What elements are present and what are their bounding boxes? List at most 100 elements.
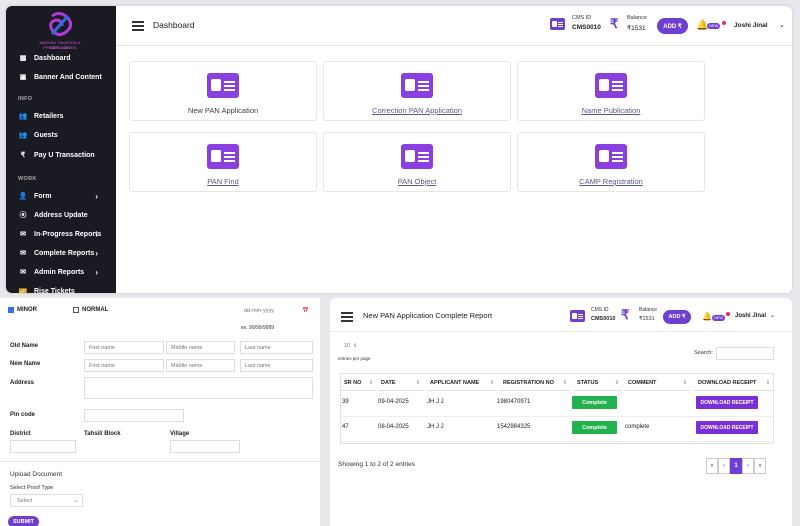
- sidebar-item-label: In-Progress Reports: [34, 230, 102, 238]
- new-badge: NEW: [712, 315, 726, 321]
- column-header[interactable]: APPLICANT NAME ⇕: [427, 375, 497, 391]
- normal-checkbox[interactable]: [73, 307, 79, 313]
- cell-sr: 39: [342, 399, 349, 405]
- sidebar-item-label: Retailers: [34, 112, 64, 120]
- pincode-input[interactable]: [84, 409, 184, 422]
- date-placeholder: dd-mm-yyyy: [244, 308, 274, 314]
- submit-button[interactable]: SUBMIT: [8, 516, 39, 526]
- location-icon: ⦿: [19, 212, 27, 219]
- service-card-pan-find[interactable]: PAN Find: [129, 132, 317, 192]
- user-name[interactable]: Joshi Jinal: [734, 22, 768, 29]
- id-card-icon: [595, 144, 627, 169]
- old-first-name[interactable]: First name: [84, 341, 164, 354]
- page-button[interactable]: 1: [730, 458, 742, 474]
- page-button[interactable]: »: [754, 458, 766, 474]
- cell-date: 09-04-2025: [378, 399, 409, 405]
- page-button[interactable]: «: [706, 458, 718, 474]
- sidebar-item-label: Address Update: [34, 211, 88, 219]
- sidebar-item-guests[interactable]: 👥 Guests: [6, 126, 116, 144]
- minor-checkbox[interactable]: [8, 307, 14, 313]
- download-receipt-button[interactable]: DOWNLOAD RECEIPT: [696, 396, 758, 409]
- section-info: INFO: [18, 96, 33, 102]
- proof-type-select[interactable]: Select ⌄: [10, 494, 83, 507]
- sidebar-item-label: Form: [34, 192, 52, 200]
- id-card-icon: [550, 18, 565, 30]
- address-textarea[interactable]: [84, 377, 313, 399]
- status-dot: [722, 21, 726, 25]
- sidebar-item-pay-u-transaction[interactable]: ₹ Pay U Transaction: [6, 146, 116, 164]
- service-card-name-publication[interactable]: Name Publication: [517, 61, 705, 121]
- district-input[interactable]: [10, 440, 76, 453]
- add-balance-button[interactable]: ADD ₹: [657, 18, 688, 34]
- cell-date: 08-04-2025: [378, 424, 409, 430]
- search-input[interactable]: [716, 347, 774, 360]
- column-header[interactable]: DOWNLOAD RECEIPT ⇕: [695, 375, 773, 391]
- column-header[interactable]: STATUS ⇕: [574, 375, 622, 391]
- column-header[interactable]: DATE ⇕: [378, 375, 423, 391]
- sidebar-item-label: Guests: [34, 131, 58, 139]
- ticket-icon: 🎫: [18, 288, 28, 293]
- new-first-name[interactable]: First name: [84, 359, 164, 372]
- card-label: PAN Find: [207, 177, 239, 186]
- service-card-pan-object[interactable]: PAN Object: [323, 132, 511, 192]
- rupee-icon: ₹: [20, 152, 26, 159]
- column-header[interactable]: COMMENT ⇕: [625, 375, 690, 391]
- old-last-name[interactable]: Last name: [240, 341, 313, 354]
- sidebar-item-admin-reports[interactable]: ✉ Admin Reports ›: [6, 263, 116, 281]
- download-receipt-button[interactable]: DOWNLOAD RECEIPT: [696, 421, 758, 434]
- sort-icon: ⇕: [489, 379, 494, 386]
- service-card-new-pan-application[interactable]: New PAN Application: [129, 61, 317, 121]
- cms-label: CMS ID: [591, 307, 609, 313]
- bell-icon[interactable]: 🔔: [702, 312, 712, 321]
- image-icon: ▣: [19, 74, 27, 81]
- cell-name: JH J J: [427, 424, 444, 430]
- status-badge: Complete: [572, 396, 617, 409]
- users-icon: 👥: [18, 132, 28, 139]
- chevron-down-icon[interactable]: ⌄: [779, 21, 785, 29]
- rupee-icon: ₹: [610, 16, 619, 31]
- chevron-right-icon: ›: [95, 191, 98, 201]
- column-header[interactable]: REGISTRATION NO ⇕: [500, 375, 570, 391]
- sidebar: MADHAV TAXATION & SERVICES PRIVATE LIMIT…: [6, 6, 116, 293]
- sort-icon: ⇕: [614, 379, 619, 386]
- chevron-right-icon: ›: [95, 229, 98, 239]
- dob-input[interactable]: dd-mm-yyyy 📅: [240, 303, 313, 319]
- add-balance-button[interactable]: ADD ₹: [663, 310, 691, 324]
- column-header[interactable]: SR NO ⇕: [341, 375, 376, 391]
- calendar-icon[interactable]: 📅: [302, 308, 309, 314]
- page-button[interactable]: ›: [742, 458, 754, 474]
- column-header-label: APPLICANT NAME: [430, 379, 480, 386]
- sidebar-item-banner-and-content[interactable]: ▣ Banner And Content: [6, 68, 116, 86]
- card-label: Correction PAN Application: [372, 106, 462, 115]
- village-input[interactable]: [170, 440, 240, 453]
- search-label: Search:: [694, 350, 713, 356]
- sidebar-item-complete-reports[interactable]: ✉ Complete Reports ›: [6, 244, 116, 262]
- address-label: Address: [10, 380, 35, 386]
- service-card-correction-pan-application[interactable]: Correction PAN Application: [323, 61, 511, 121]
- old-middle-name[interactable]: Middle name: [166, 341, 235, 354]
- menu-icon[interactable]: [341, 312, 353, 322]
- report-title: New PAN Application Complete Report: [363, 311, 493, 320]
- id-card-icon: [401, 144, 433, 169]
- sidebar-item-rise-tickets[interactable]: 🎫 Rise Tickets: [6, 282, 116, 294]
- new-middle-name[interactable]: Middle name: [166, 359, 235, 372]
- sidebar-item-address-update[interactable]: ⦿ Address Update: [6, 206, 116, 224]
- sidebar-item-dashboard[interactable]: ▦ Dashboard: [6, 49, 116, 67]
- chevron-right-icon: ›: [95, 248, 98, 258]
- application-form: MINOR NORMAL dd-mm-yyyy 📅 ex. 99/99/9999 …: [0, 298, 320, 526]
- sidebar-item-form[interactable]: 👤 Form ›: [6, 187, 116, 205]
- sidebar-item-in-progress-reports[interactable]: ✉ In-Progress Reports ›: [6, 225, 116, 243]
- entries-select[interactable]: 10 ⇕: [340, 340, 362, 352]
- sidebar-item-label: Pay U Transaction: [34, 151, 95, 159]
- service-card-camp-registration[interactable]: CAMP Registration: [517, 132, 705, 192]
- menu-icon[interactable]: [132, 21, 144, 31]
- chevron-down-icon: ⌄: [72, 498, 78, 504]
- sidebar-item-retailers[interactable]: 👥 Retailers: [6, 107, 116, 125]
- new-last-name[interactable]: Last name: [240, 359, 313, 372]
- page-button[interactable]: ‹: [718, 458, 730, 474]
- chevron-down-icon[interactable]: ⌄: [770, 312, 775, 319]
- new-name-label: New Name: [10, 361, 41, 367]
- divider: [0, 461, 320, 462]
- user-name[interactable]: Joshi Jinal: [735, 313, 766, 319]
- id-card-icon: [595, 73, 627, 98]
